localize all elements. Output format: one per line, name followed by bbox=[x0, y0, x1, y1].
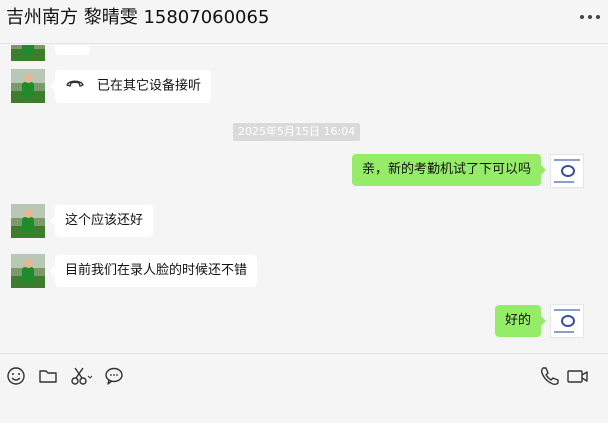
call-message-bubble[interactable]: 已在其它设备接听 bbox=[49, 70, 212, 103]
received-message-bubble[interactable]: 这个应该还好 bbox=[49, 205, 154, 237]
screenshot-scissors-icon[interactable] bbox=[69, 365, 95, 387]
folder-icon[interactable] bbox=[37, 365, 59, 387]
chat-title: 吉州南方 黎晴雯 15807060065 bbox=[6, 7, 270, 28]
received-message-bubble[interactable]: 目前我们在录人脸的时候还不错 bbox=[49, 255, 258, 287]
message-bubble-partial[interactable] bbox=[55, 45, 90, 55]
contact-avatar[interactable] bbox=[11, 204, 45, 238]
sent-message-text: 亲，新的考勤机试了下可以吗 bbox=[361, 162, 531, 177]
emoji-icon[interactable] bbox=[5, 365, 27, 387]
call-message-text: 已在其它设备接听 bbox=[97, 78, 202, 94]
more-icon[interactable] bbox=[580, 13, 600, 21]
contact-avatar[interactable] bbox=[11, 45, 45, 61]
sent-message-bubble[interactable]: 好的 bbox=[494, 305, 547, 337]
received-message-text: 这个应该还好 bbox=[65, 213, 144, 228]
self-avatar[interactable] bbox=[550, 304, 584, 338]
message-timestamp: 2025年5月15日 16:04 bbox=[233, 123, 361, 141]
input-toolbar bbox=[0, 353, 608, 423]
received-message-text: 目前我们在录人脸的时候还不错 bbox=[65, 263, 248, 278]
video-call-icon[interactable] bbox=[566, 365, 590, 387]
sent-message-bubble[interactable]: 亲，新的考勤机试了下可以吗 bbox=[351, 154, 547, 186]
message-list[interactable]: 已在其它设备接听 2025年5月15日 16:04 亲，新的考勤机试了下可以吗 … bbox=[0, 45, 608, 353]
chat-header: 吉州南方 黎晴雯 15807060065 bbox=[0, 0, 608, 44]
contact-avatar[interactable] bbox=[11, 69, 45, 103]
self-avatar[interactable] bbox=[550, 154, 584, 188]
chat-history-icon[interactable] bbox=[103, 365, 125, 387]
phone-hangup-icon bbox=[65, 77, 85, 95]
sent-message-text: 好的 bbox=[504, 313, 531, 328]
voice-call-icon[interactable] bbox=[538, 365, 560, 387]
contact-avatar[interactable] bbox=[11, 254, 45, 288]
